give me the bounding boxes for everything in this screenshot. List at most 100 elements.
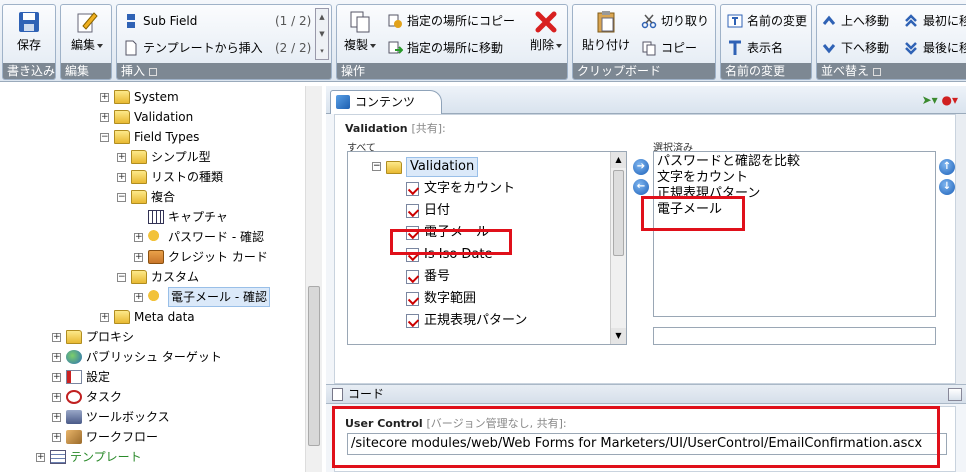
save-button[interactable]: 保存 [7, 8, 51, 62]
expand-icon[interactable]: + [52, 333, 61, 342]
maximize-icon[interactable] [948, 388, 962, 401]
expand-icon[interactable]: + [52, 433, 61, 442]
document-icon [332, 388, 343, 401]
tree-scrollbar[interactable] [305, 86, 322, 472]
add-right-arrow-icon[interactable]: ➔ [633, 159, 649, 175]
template-icon [50, 450, 66, 464]
tab-content[interactable]: コンテンツ [330, 90, 443, 114]
move-last-button[interactable]: 最後に移 [901, 38, 966, 58]
navigate-flag-icon[interactable]: ➤▾ [922, 93, 938, 107]
clipboard-paste-icon [597, 11, 615, 33]
validation-rule-icon [406, 270, 419, 284]
insert-gallery-scroll[interactable]: ▲ ▼ ▾ [315, 8, 329, 60]
display-name-button[interactable]: 表示名 [725, 38, 783, 58]
expand-icon[interactable]: + [100, 113, 109, 122]
scroll-down-icon[interactable]: ▼ [611, 328, 626, 344]
all-list-scrollbar[interactable]: ▲ ▼ [610, 152, 626, 344]
copy-to-button[interactable]: 指定の場所にコピー [385, 11, 515, 31]
scissors-icon [641, 14, 657, 29]
double-chevron-up-icon [905, 14, 917, 27]
display-name-icon [729, 40, 741, 55]
scroll-thumb[interactable] [308, 286, 320, 446]
edit-pencil-icon [77, 12, 98, 33]
folder-icon [386, 161, 402, 174]
copy-button[interactable]: コピー [639, 38, 697, 58]
highlight-user-control [332, 406, 940, 468]
validation-rule-icon [406, 314, 419, 328]
move-to-button[interactable]: 指定の場所に移動 [385, 38, 503, 58]
tab-content-label: コンテンツ [355, 95, 416, 109]
dialog-launcher-icon[interactable] [149, 67, 158, 76]
group-title-insert: 挿入 [117, 63, 331, 79]
move-first-button[interactable]: 最初に移 [901, 11, 966, 31]
remove-left-arrow-icon[interactable]: ← [633, 179, 649, 195]
selected-items-list[interactable]: パスワードと確認を比較 文字をカウント 正規表現パターン 電子メール [653, 151, 936, 317]
record-icon[interactable]: ●▾ [942, 93, 959, 107]
code-section-header[interactable]: コード [326, 384, 966, 404]
sub-field-page: (1 / 2) [275, 14, 312, 28]
ribbon-group-rename: 名前の変更 表示名 名前の変更 [720, 4, 812, 80]
delete-x-icon [535, 11, 557, 33]
folder-icon [131, 150, 147, 164]
expand-icon[interactable]: + [134, 253, 143, 262]
group-title-rename: 名前の変更 [721, 63, 811, 79]
group-title-clipboard: クリップボード [573, 63, 715, 79]
edit-button[interactable]: 編集 [65, 8, 109, 62]
duplicate-button[interactable]: 複製 [339, 8, 381, 62]
expand-icon[interactable]: + [117, 153, 126, 162]
expand-icon[interactable]: + [52, 413, 61, 422]
chevron-down-icon [370, 43, 376, 48]
copy-label: コピー [661, 41, 698, 55]
scroll-thumb[interactable] [613, 170, 624, 256]
validation-rule-icon [406, 204, 419, 218]
folder-icon [66, 330, 82, 344]
code-section-label: コード [348, 387, 385, 401]
rename-button[interactable]: 名前の変更 [725, 11, 807, 31]
workflow-icon [66, 430, 82, 444]
collapse-icon[interactable]: − [100, 133, 109, 142]
expand-icon[interactable]: + [52, 373, 61, 382]
paste-button[interactable]: 貼り付け [579, 8, 633, 62]
validation-rule-icon [406, 292, 419, 306]
group-title-write: 書き込み [3, 63, 55, 79]
collapse-icon[interactable]: − [117, 273, 126, 282]
move-first-label: 最初に移 [923, 14, 966, 28]
sub-field-label: Sub Field [143, 14, 198, 28]
paste-label: 貼り付け [581, 38, 630, 52]
dialog-launcher-icon[interactable] [873, 67, 882, 76]
insert-from-template-button[interactable]: テンプレートから挿入 [121, 38, 263, 58]
highlight-email-selected [641, 196, 745, 231]
move-up-arrow-icon[interactable]: ↑ [939, 159, 955, 175]
tab-strip: コンテンツ ➤▾ ●▾ [326, 86, 966, 114]
move-down-arrow-icon[interactable]: ↓ [939, 179, 955, 195]
selected-item[interactable]: パスワードと確認を比較 [657, 154, 800, 170]
expand-icon[interactable]: + [117, 173, 126, 182]
folder-icon [131, 190, 147, 204]
expand-icon[interactable]: + [134, 233, 143, 242]
expand-icon[interactable]: + [100, 313, 109, 322]
cut-label: 切り取り [661, 14, 710, 28]
selected-item-detail-field[interactable] [653, 327, 936, 345]
expand-icon[interactable]: + [134, 293, 143, 302]
expand-icon[interactable]: + [52, 353, 61, 362]
folder-icon [114, 130, 130, 144]
collapse-icon[interactable]: − [372, 162, 381, 171]
ribbon-group-edit: 編集 編集 [60, 4, 112, 80]
collapse-icon[interactable]: − [117, 193, 126, 202]
toolbox-icon [66, 410, 82, 424]
content-scrollbar[interactable] [956, 114, 966, 384]
selected-item[interactable]: 文字をカウント [657, 170, 748, 186]
expand-icon[interactable]: + [36, 453, 45, 462]
credit-card-icon [148, 250, 164, 264]
expand-icon[interactable]: + [52, 393, 61, 402]
template-page: (2 / 2) [275, 41, 312, 55]
duplicate-icon [350, 11, 370, 33]
insert-sub-field-button[interactable]: Sub Field [121, 11, 197, 31]
scroll-up-icon[interactable]: ▲ [611, 152, 626, 168]
expand-icon[interactable]: + [100, 93, 109, 102]
keys-icon [148, 290, 164, 304]
cut-button[interactable]: 切り取り [639, 11, 709, 31]
move-down-button[interactable]: 下へ移動 [819, 38, 889, 58]
delete-button[interactable]: 削除 [525, 8, 567, 62]
move-up-button[interactable]: 上へ移動 [819, 11, 889, 31]
